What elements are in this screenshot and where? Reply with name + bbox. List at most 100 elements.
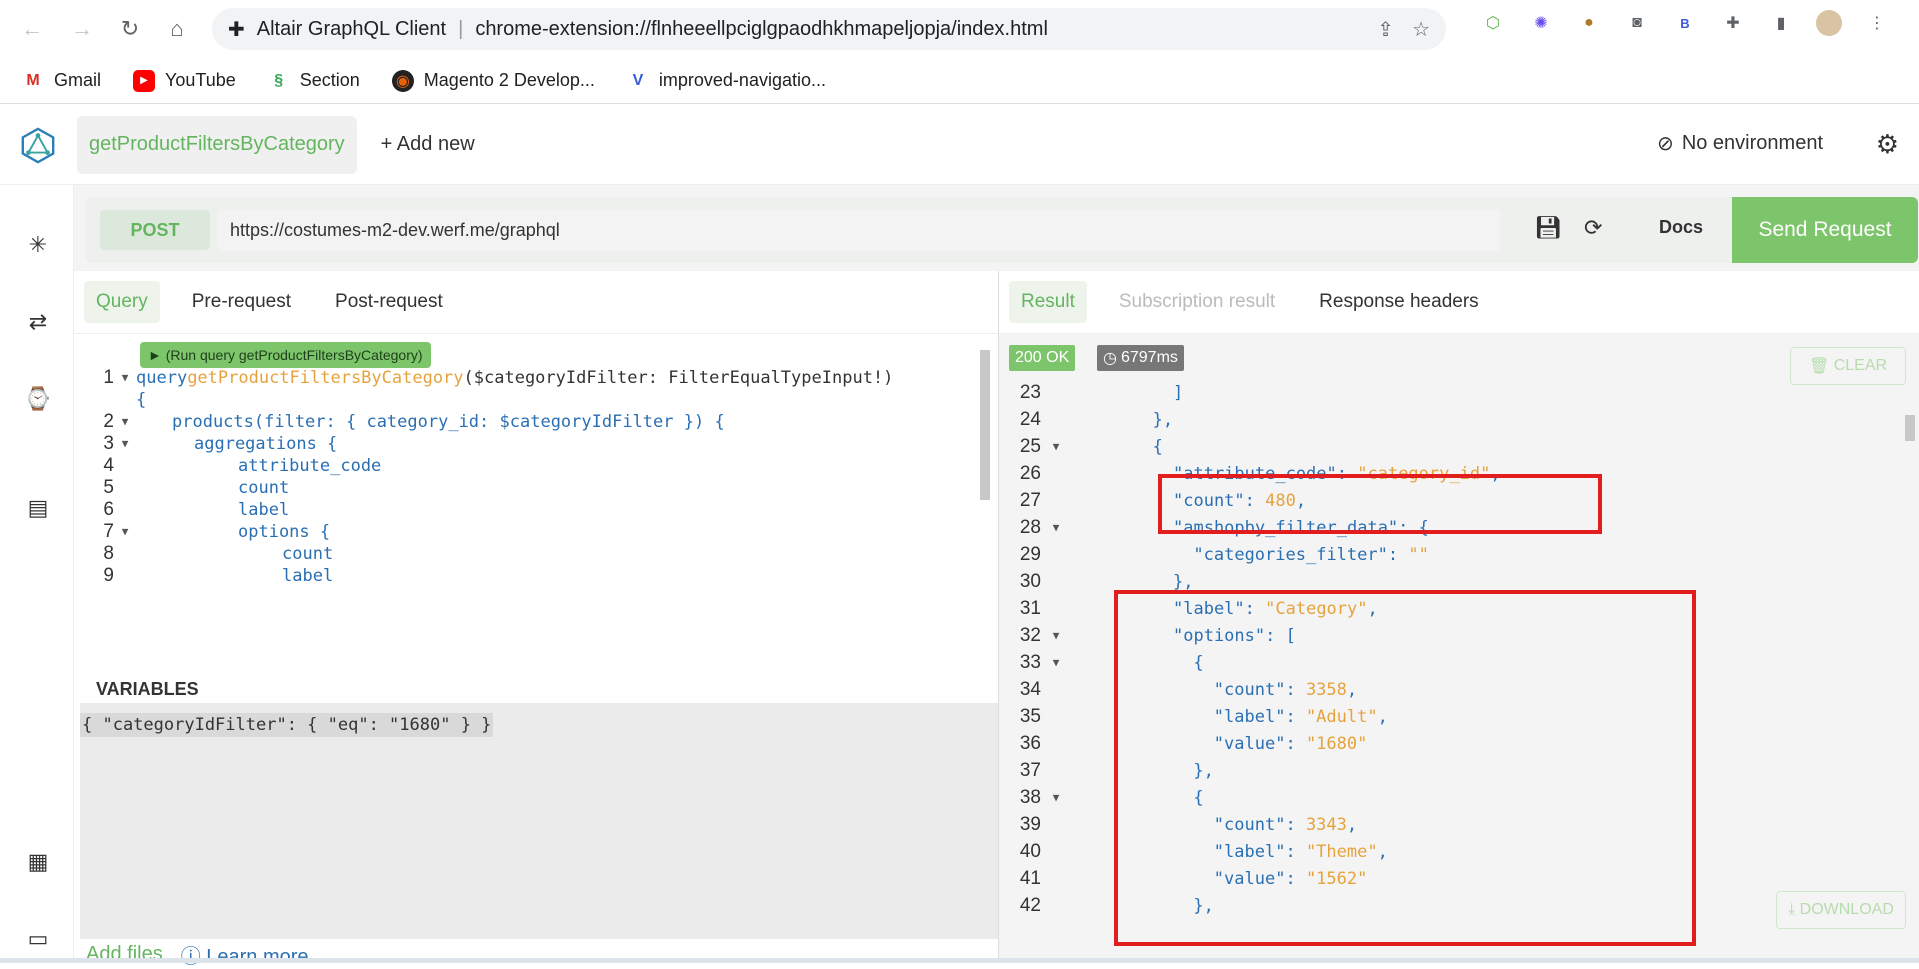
token-key: "categories_filter" xyxy=(1193,544,1388,565)
line-number: 41 xyxy=(1019,867,1041,889)
fold-toggle[interactable]: ▼ xyxy=(1041,440,1071,453)
line-number: 42 xyxy=(1019,894,1041,916)
bookmark-gmail[interactable]: M Gmail xyxy=(22,70,101,92)
reload-schema-icon[interactable]: ⟳ xyxy=(1584,215,1602,241)
tab-pre-request[interactable]: Pre-request xyxy=(180,281,303,323)
send-request-button[interactable]: Send Request xyxy=(1732,197,1918,263)
clear-result-button[interactable]: 🗑︎ CLEAR xyxy=(1790,347,1906,385)
camera-extension-icon[interactable]: ◙ xyxy=(1624,10,1650,36)
files-folder-icon[interactable]: ▭ xyxy=(24,925,52,953)
youtube-icon: ▶ xyxy=(133,69,156,92)
bookmark-magento[interactable]: ◉ Magento 2 Develop... xyxy=(391,69,595,92)
altair-extension-icon[interactable]: ⬡ xyxy=(1480,10,1506,36)
share-icon[interactable]: ⇪ xyxy=(1377,17,1394,42)
line-number: 28 xyxy=(1019,516,1041,538)
magento-icon: ◉ xyxy=(391,69,414,92)
highlight-box-options xyxy=(1114,590,1696,946)
http-method-selector[interactable]: POST xyxy=(100,210,210,250)
b-extension-icon[interactable]: B xyxy=(1672,10,1698,36)
query-footer-links: Add files ⓘ Learn more xyxy=(86,939,309,969)
result-line: 23] xyxy=(999,379,1183,406)
download-result-button[interactable]: ⤓ DOWNLOAD xyxy=(1776,891,1906,929)
variables-code: { "categoryIdFilter": { "eq": "1680" } } xyxy=(80,713,494,737)
sidebar: ✳ ⇄ ⌚ ▤ ▦ ▭ xyxy=(0,185,74,963)
result-line: 25 ▼ { xyxy=(999,433,1163,460)
token-punct: ] xyxy=(1173,382,1184,403)
window-tab-active[interactable]: getProductFiltersByCategory xyxy=(77,115,357,174)
chrome-menu-icon[interactable]: ⋮ xyxy=(1864,10,1890,36)
line-number: 40 xyxy=(1019,840,1041,862)
fold-toggle[interactable]: ▼ xyxy=(1041,521,1071,534)
bookmark-section[interactable]: § Section xyxy=(268,70,360,92)
extension-puzzle-icon: ✚ xyxy=(228,18,245,41)
variables-editor[interactable]: { "categoryIdFilter": { "eq": "1680" } } xyxy=(80,703,998,939)
vercel-icon: V xyxy=(632,71,644,89)
history-swap-icon[interactable]: ⇄ xyxy=(24,308,52,336)
token-sval: "" xyxy=(1408,544,1429,565)
tab-query[interactable]: Query xyxy=(84,281,160,323)
address-bar[interactable]: ✚ Altair GraphQL Client | chrome-extensi… xyxy=(212,8,1446,50)
home-icon[interactable]: ⌂ xyxy=(157,9,197,49)
subscription-watch-icon[interactable]: ⌚ xyxy=(24,385,52,413)
token-punct: : xyxy=(1387,544,1409,565)
profile-avatar[interactable] xyxy=(1816,10,1842,36)
clock-icon: ◷ xyxy=(1103,350,1117,367)
bookmark-improved-navigation[interactable]: V improved-navigatio... xyxy=(627,70,826,92)
extensions-puzzle-icon[interactable]: ✚ xyxy=(1720,10,1746,36)
line-number: 29 xyxy=(1019,543,1041,565)
tab-subscription-result[interactable]: Subscription result xyxy=(1107,281,1287,323)
line-number: 23 xyxy=(1019,381,1041,403)
reload-icon[interactable]: ↻ xyxy=(110,9,150,49)
result-line: 24}, xyxy=(999,406,1173,433)
tab-post-request[interactable]: Post-request xyxy=(323,281,455,323)
prettify-sparkle-icon[interactable]: ✳ xyxy=(24,231,52,259)
side-panel-icon[interactable]: ▮ xyxy=(1768,10,1794,36)
code-line: 1 ▼ query getProductFiltersByCategory ($cat… xyxy=(103,366,894,388)
add-new-window-button[interactable]: + Add new xyxy=(381,133,475,156)
section-icon: § xyxy=(274,71,284,89)
address-separator: | xyxy=(458,17,464,40)
window-bottom-edge xyxy=(0,958,1919,963)
line-number: 30 xyxy=(1019,570,1041,592)
altair-logo-icon xyxy=(21,126,55,163)
cookie-extension-icon[interactable]: ● xyxy=(1576,10,1602,36)
endpoint-url-input[interactable]: https://costumes-m2-dev.werf.me/graphql xyxy=(218,209,1500,251)
spark-extension-icon[interactable]: ✺ xyxy=(1528,10,1554,36)
line-number: 26 xyxy=(1019,462,1041,484)
line-number: 27 xyxy=(1019,489,1041,511)
tab-result[interactable]: Result xyxy=(1009,281,1087,323)
fold-toggle[interactable]: ▼ xyxy=(1041,791,1071,804)
result-line: 29 "categories_filter": "" xyxy=(999,541,1429,568)
request-url-bar: POST https://costumes-m2-dev.werf.me/gra… xyxy=(86,197,1918,263)
code-line: 9 label xyxy=(103,564,334,586)
collections-briefcase-icon[interactable]: ▤ xyxy=(24,494,52,522)
save-disk-icon[interactable]: 💾︎ xyxy=(1534,215,1562,241)
plugins-grid-icon[interactable]: ▦ xyxy=(24,848,52,876)
line-number: 25 xyxy=(1019,435,1041,457)
line-number: 31 xyxy=(1019,597,1041,619)
result-pane-tabs: Result Subscription result Response head… xyxy=(1009,271,1491,333)
query-editor[interactable]: ► (Run query getProductFiltersByCategory… xyxy=(74,333,998,671)
line-number: 32 xyxy=(1019,624,1041,646)
fold-toggle[interactable]: ▼ xyxy=(1041,656,1071,669)
line-number: 33 xyxy=(1019,651,1041,673)
query-pane: Query Pre-request Post-request ► (Run qu… xyxy=(74,271,998,968)
docs-button[interactable]: Docs xyxy=(1659,217,1703,238)
learn-more-link[interactable]: ⓘ Learn more xyxy=(181,940,309,969)
result-scrollbar[interactable] xyxy=(1905,415,1915,441)
bookmark-youtube[interactable]: ▶ YouTube xyxy=(133,69,236,92)
tab-response-headers[interactable]: Response headers xyxy=(1307,281,1491,323)
forward-arrow-icon[interactable]: → xyxy=(62,9,102,49)
address-url: chrome-extension://flnheeellpciglgpaodhk… xyxy=(475,17,1048,40)
fold-toggle[interactable]: ▼ xyxy=(1041,629,1071,642)
editor-scrollbar[interactable] xyxy=(980,350,990,500)
status-badge: 200 OK xyxy=(1009,345,1076,371)
settings-gear-icon[interactable]: ⚙ xyxy=(1876,129,1899,160)
environment-selector[interactable]: ⊘ No environment xyxy=(1657,131,1823,156)
bookmark-star-icon[interactable]: ☆ xyxy=(1412,17,1430,42)
back-arrow-icon[interactable]: ← xyxy=(12,9,52,49)
gmail-icon: M xyxy=(26,71,40,89)
token-punct: { xyxy=(1152,436,1163,457)
line-number: 37 xyxy=(1019,759,1041,781)
trash-icon: 🗑︎ xyxy=(1808,358,1830,375)
